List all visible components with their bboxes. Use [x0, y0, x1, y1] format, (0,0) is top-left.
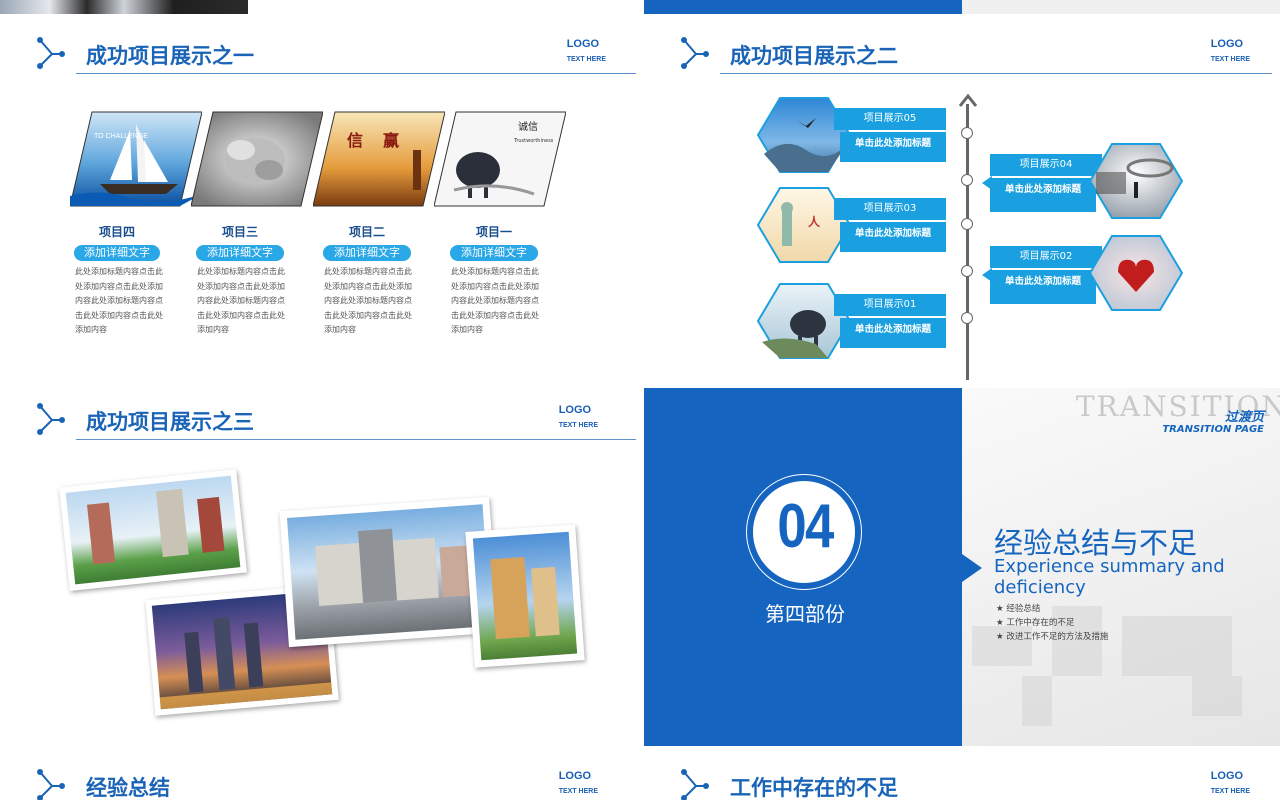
logo: LOGO TEXT HERE	[558, 770, 598, 795]
timeline-item-sub[interactable]: 单击此处添加标题	[840, 318, 946, 348]
project-name: 项目三	[221, 225, 258, 239]
molecule-icon	[681, 37, 709, 69]
star-icon: ★	[996, 604, 1007, 614]
timeline-node	[961, 174, 973, 186]
logo: LOGO TEXT HERE	[1210, 38, 1250, 63]
star-icon: ★	[996, 632, 1007, 642]
slide-title: 成功项目展示之三	[86, 410, 254, 434]
logo: LOGO TEXT HERE	[1210, 770, 1250, 795]
project-name: 项目四	[98, 225, 135, 239]
timeline-item-label[interactable]: 项目展示01	[834, 294, 946, 316]
prev-slide-right-strip[interactable]	[644, 0, 1280, 14]
project-description: 此处添加标题内容点击此处添加内容点击此处添加内容此处添加标题内容点击此处添加内容…	[324, 267, 412, 334]
project-name: 项目一	[475, 225, 512, 239]
detail-pill[interactable]: 添加详细文字	[323, 245, 411, 261]
section-part-label: 第四部份	[765, 602, 845, 626]
timeline-item-sub[interactable]: 单击此处添加标题	[990, 270, 1096, 304]
logo: LOGO TEXT HERE	[566, 38, 606, 63]
building-photo-3	[279, 496, 499, 648]
slide-title: 经验总结	[86, 776, 170, 800]
svg-text:Trustworthiness: Trustworthiness	[513, 138, 554, 144]
pointer-arrow-icon	[962, 554, 982, 582]
project-description: 此处添加标题内容点击此处添加内容点击此处添加内容此处添加标题内容点击此处添加内容…	[197, 267, 285, 334]
timeline-node	[961, 127, 973, 139]
building-photo-1	[59, 468, 247, 592]
project-image-hands	[190, 110, 324, 208]
timeline-node	[961, 312, 973, 324]
timeline-item-sub[interactable]: 单击此处添加标题	[990, 178, 1096, 212]
slide-transition-04[interactable]: TRANSITION 过渡页 TRANSITION PAGE 04 第四部份 经…	[644, 388, 1280, 746]
timeline-axis	[966, 104, 969, 380]
title-underline	[76, 439, 636, 440]
svg-text:人: 人	[808, 214, 821, 229]
svg-text:信: 信	[347, 131, 363, 150]
timeline-arrow-icon	[958, 93, 978, 107]
molecule-icon	[37, 37, 65, 69]
section-number-badge: 04	[746, 474, 862, 590]
prev-slide-left-strip[interactable]	[0, 0, 636, 14]
slide-experience-summary[interactable]: 经验总结 LOGO TEXT HERE	[0, 754, 644, 800]
transition-page-label: 过渡页	[1224, 410, 1264, 425]
project-description: 此处添加标题内容点击此处添加内容点击此处添加内容此处添加标题内容点击此处添加内容…	[451, 267, 539, 334]
timeline-hexagon-image-02	[1088, 235, 1184, 311]
title-underline	[720, 73, 1272, 74]
slide-success-projects-2[interactable]: 成功项目展示之二 LOGO TEXT HERE 项目展示05 单击此处添加标题 …	[644, 22, 1280, 382]
prev-slide-photo	[0, 0, 248, 14]
slide-work-deficiencies[interactable]: 工作中存在的不足 LOGO TEXT HERE	[644, 754, 1280, 800]
timeline-hexagon-image-04	[1088, 143, 1184, 219]
svg-text:诚信: 诚信	[518, 121, 538, 133]
timeline-item-sub[interactable]: 单击此处添加标题	[840, 222, 946, 252]
detail-pill[interactable]: 添加详细文字	[196, 245, 284, 261]
timeline-item-label[interactable]: 项目展示04	[990, 154, 1102, 176]
bullet-list: ★ 经验总结 ★ 工作中存在的不足 ★ 改进工作不足的方法及措施	[996, 602, 1108, 644]
molecule-icon	[681, 769, 709, 800]
prev-slide-blue-band	[644, 0, 962, 14]
timeline-item-label[interactable]: 项目展示05	[834, 108, 946, 130]
section-number: 04	[777, 492, 834, 561]
building-photo-4	[465, 524, 585, 668]
project-description: 此处添加标题内容点击此处添加内容点击此处添加内容此处添加标题内容点击此处添加内容…	[75, 267, 163, 334]
molecule-icon	[37, 769, 65, 800]
slide-success-projects-3[interactable]: 成功项目展示之三 LOGO TEXT HERE	[0, 388, 644, 744]
project-image-cauldron: 诚信 Trustworthiness	[433, 110, 567, 208]
project-image-sailing: TO CHALLENGE	[69, 110, 203, 208]
section-heading-en: Experience summary and deficiency	[994, 556, 1225, 598]
slide-title: 工作中存在的不足	[730, 776, 898, 800]
svg-text:赢: 赢	[383, 131, 399, 150]
timeline-item-sub[interactable]: 单击此处添加标题	[840, 132, 946, 162]
logo: LOGO TEXT HERE	[558, 404, 598, 429]
detail-pill[interactable]: 添加详细文字	[450, 245, 538, 261]
timeline-node	[961, 265, 973, 277]
bullet-item: ★ 经验总结	[996, 604, 1041, 614]
slide-success-projects-1[interactable]: 成功项目展示之一 LOGO TEXT HERE TO CHALLENGE 信赢	[0, 22, 644, 382]
molecule-icon	[37, 403, 65, 435]
timeline-node	[961, 218, 973, 230]
title-underline	[76, 73, 636, 74]
bullet-item: ★ 工作中存在的不足	[996, 618, 1075, 628]
slide-title: 成功项目展示之一	[86, 44, 254, 68]
project-image-trust: 信赢	[312, 110, 446, 208]
project-name: 项目二	[348, 225, 385, 239]
timeline-item-label[interactable]: 项目展示03	[834, 198, 946, 220]
star-icon: ★	[996, 618, 1007, 628]
slide-title: 成功项目展示之二	[730, 44, 898, 68]
svg-text:TO CHALLENGE: TO CHALLENGE	[94, 133, 148, 140]
transition-page-label-en: TRANSITION PAGE	[1162, 424, 1264, 435]
timeline-item-label[interactable]: 项目展示02	[990, 246, 1102, 268]
detail-pill[interactable]: 添加详细文字	[74, 245, 160, 261]
prev-slide-grey-band	[962, 0, 1280, 14]
bullet-item: ★ 改进工作不足的方法及措施	[996, 632, 1109, 642]
